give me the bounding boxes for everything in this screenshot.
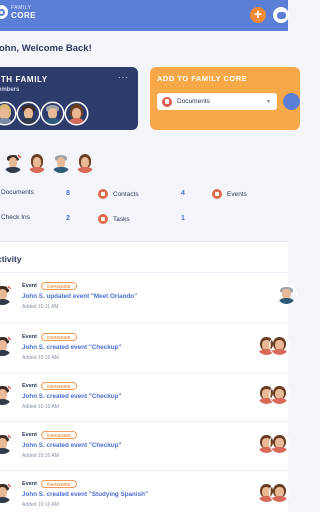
event-icon	[7, 284, 13, 290]
logo-icon	[0, 5, 8, 19]
activity-row[interactable]: Event CHANGED John S. created event "Stu…	[0, 470, 290, 512]
activity-time: Added 10:10 AM	[22, 404, 59, 410]
tasks-count: 1	[181, 215, 185, 222]
avatar[interactable]	[269, 384, 290, 405]
participant-avatars	[276, 284, 297, 305]
document-icon	[162, 96, 172, 107]
status-badge: CHANGED	[41, 382, 77, 390]
checkins-label: Check Ins	[1, 214, 30, 221]
family-avatars	[0, 103, 87, 124]
avatar[interactable]	[51, 153, 71, 173]
status-dot	[17, 153, 23, 159]
avatar[interactable]	[269, 433, 290, 454]
avatar[interactable]	[276, 284, 297, 305]
activity-type: Event	[22, 481, 37, 487]
activity-time: Added 10:11 AM	[22, 304, 59, 310]
count-checkins[interactable]: Check Ins	[1, 214, 30, 221]
contacts-count: 4	[181, 190, 185, 197]
avatar[interactable]	[42, 103, 63, 124]
avatar[interactable]	[27, 153, 47, 173]
event-icon	[7, 335, 13, 341]
avatar[interactable]	[66, 103, 87, 124]
add-go-button[interactable]	[283, 93, 300, 110]
activity-type: Event	[22, 283, 37, 289]
activity-row[interactable]: Event CHANGED John S. created event "Che…	[0, 323, 290, 375]
family-subtitle: embers	[0, 87, 20, 93]
status-badge: CHANGED	[41, 480, 77, 488]
add-button[interactable]: +	[250, 7, 266, 23]
activity-text[interactable]: John S. created event "Checkup"	[22, 393, 121, 400]
activity-title: ctivity	[0, 254, 22, 264]
logo-small-text: FAMILY	[11, 5, 32, 11]
add-type-selected: Documents	[177, 98, 210, 105]
participant-avatars	[256, 384, 290, 405]
avatar[interactable]	[75, 153, 95, 173]
avatar	[0, 335, 13, 356]
status-badge: CHANGED	[41, 431, 77, 439]
activity-text[interactable]: John S. created event "Checkup"	[22, 442, 121, 449]
welcome-heading: ohn, Welcome Back!	[0, 43, 92, 54]
status-badge: CHANGED	[41, 282, 77, 290]
activity-text[interactable]: John S. created event "Studying Spanish"	[22, 491, 148, 498]
more-options-icon[interactable]: ···	[118, 73, 129, 82]
contacts-icon	[98, 189, 108, 199]
top-bar: FAMILY CORE +	[0, 0, 289, 31]
activity-type: Event	[22, 334, 37, 340]
avatar[interactable]	[0, 103, 15, 124]
events-label: Events	[227, 190, 247, 198]
plus-icon: +	[253, 6, 263, 22]
activity-time: Added 10:10 AM	[22, 453, 59, 459]
activity-row[interactable]: Event CHANGED John S. created event "Che…	[0, 421, 290, 473]
activity-text[interactable]: John S. updated event "Meet Orlando"	[22, 293, 137, 300]
add-to-family-card: ADD TO FAMILY CORE Documents ▼	[150, 67, 300, 130]
activity-time: Added 10:10 AM	[22, 502, 59, 508]
event-icon	[7, 433, 13, 439]
chevron-down-icon: ▼	[266, 98, 271, 105]
avatar[interactable]	[18, 103, 39, 124]
add-card-title: ADD TO FAMILY CORE	[157, 74, 248, 83]
status-badge: CHANGED	[41, 333, 77, 341]
event-icon	[7, 482, 13, 488]
avatar	[0, 433, 13, 454]
family-title: ITH FAMILY	[0, 75, 48, 84]
avatar	[0, 482, 13, 503]
tasks-label: Tasks	[113, 215, 130, 223]
activity-type: Event	[22, 432, 37, 438]
avatar[interactable]	[3, 153, 23, 173]
count-documents[interactable]: Documents	[1, 189, 34, 196]
contacts-label: Contacts	[113, 190, 139, 198]
add-type-select[interactable]: Documents ▼	[157, 93, 277, 110]
participant-avatars	[256, 482, 290, 503]
family-card[interactable]: ITH FAMILY embers ···	[0, 67, 138, 130]
avatar[interactable]	[269, 482, 290, 503]
event-icon	[7, 384, 13, 390]
activity-time: Added 10:10 AM	[22, 355, 59, 361]
logo-big-text: CORE	[11, 11, 37, 20]
app-logo[interactable]: FAMILY CORE	[0, 5, 37, 20]
participant-avatars	[256, 433, 290, 454]
activity-row[interactable]: Event CHANGED John S. created event "Che…	[0, 372, 290, 424]
chat-icon	[276, 11, 286, 19]
avatar	[0, 384, 13, 405]
avatar[interactable]	[269, 335, 290, 356]
participant-avatars	[256, 335, 290, 356]
documents-label: Documents	[1, 189, 34, 196]
activity-row[interactable]: Event CHANGED John S. updated event "Mee…	[0, 272, 297, 324]
events-icon	[212, 189, 222, 199]
checkins-count: 2	[66, 215, 70, 222]
activity-type: Event	[22, 383, 37, 389]
count-contacts[interactable]: Contacts	[98, 189, 139, 199]
count-events[interactable]: Events	[212, 189, 247, 199]
count-tasks[interactable]: Tasks	[98, 214, 130, 224]
documents-count: 8	[66, 190, 70, 197]
chat-button[interactable]	[273, 7, 289, 23]
activity-text[interactable]: John S. created event "Checkup"	[22, 344, 121, 351]
avatar	[0, 284, 13, 305]
tasks-icon	[98, 214, 108, 224]
members-row	[3, 153, 95, 173]
